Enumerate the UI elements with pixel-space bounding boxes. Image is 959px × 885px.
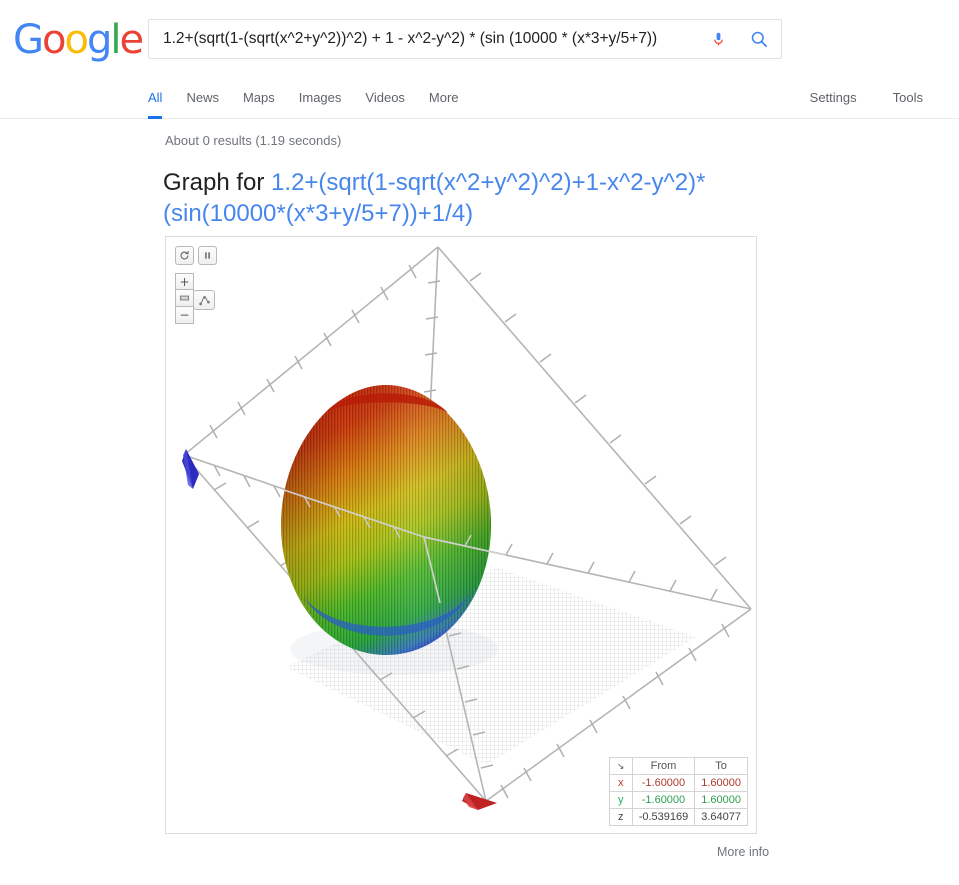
y-range-to: 1.60000 bbox=[694, 791, 748, 809]
zoom-fit-button[interactable] bbox=[175, 290, 194, 307]
graph-3d-plot[interactable] bbox=[166, 237, 756, 833]
logo-letter-e: e bbox=[119, 17, 144, 63]
surface-3d-egg bbox=[281, 385, 498, 675]
logo-letter-g1: G bbox=[13, 17, 44, 63]
graph-panel[interactable]: + − ↘ From To x -1.60000 1.60000 y -1.60… bbox=[165, 236, 757, 834]
search-nav-bar: All News Maps Images Videos More Setting… bbox=[0, 78, 959, 119]
column-header-to: To bbox=[694, 757, 748, 775]
zoom-out-button[interactable]: − bbox=[175, 307, 194, 324]
microphone-icon[interactable] bbox=[699, 20, 737, 58]
pause-icon[interactable] bbox=[198, 246, 217, 265]
table-row: y -1.60000 1.60000 bbox=[608, 791, 748, 809]
nav-tab-more[interactable]: More bbox=[429, 78, 475, 105]
logo-letter-o1: o bbox=[42, 17, 67, 63]
nav-settings-button[interactable]: Settings bbox=[810, 78, 857, 105]
logo-letter-g2: g bbox=[86, 17, 112, 63]
nav-tab-images[interactable]: Images bbox=[299, 78, 358, 105]
page-header: Google bbox=[0, 0, 959, 78]
zoom-in-button[interactable]: + bbox=[175, 273, 194, 290]
search-box[interactable] bbox=[148, 19, 782, 59]
nav-tools-button[interactable]: Tools bbox=[893, 78, 923, 105]
nav-tab-all[interactable]: All bbox=[148, 78, 178, 119]
search-submit-button[interactable] bbox=[737, 20, 781, 58]
table-header-row: ↘ From To bbox=[608, 757, 748, 775]
logo-letter-o2: o bbox=[64, 17, 89, 63]
google-logo[interactable]: Google bbox=[13, 17, 144, 63]
page-title: Graph for 1.2+(sqrt(1-sqrt(x^2+y^2)^2)+1… bbox=[163, 167, 763, 229]
nav-tab-maps[interactable]: Maps bbox=[243, 78, 291, 105]
axis-range-table: ↘ From To x -1.60000 1.60000 y -1.60000 … bbox=[608, 757, 748, 826]
axis-label-x: x bbox=[608, 774, 633, 792]
table-row: z -0.539169 3.64077 bbox=[608, 808, 748, 826]
nav-tab-videos[interactable]: Videos bbox=[365, 78, 421, 105]
result-stats: About 0 results (1.19 seconds) bbox=[165, 133, 342, 148]
table-row: x -1.60000 1.60000 bbox=[608, 774, 748, 792]
axis-label-y: y bbox=[608, 791, 633, 809]
x-range-from: -1.60000 bbox=[631, 774, 696, 792]
graph-toolbar[interactable]: + − bbox=[175, 246, 217, 324]
rotate-icon[interactable] bbox=[175, 246, 194, 265]
z-range-to: 3.64077 bbox=[694, 808, 748, 826]
column-header-from: From bbox=[631, 757, 696, 775]
search-input[interactable] bbox=[149, 20, 699, 58]
surface-spike-high bbox=[462, 793, 497, 810]
axis-label-z: z bbox=[608, 808, 633, 826]
x-range-to: 1.60000 bbox=[694, 774, 748, 792]
function-plot-icon[interactable] bbox=[193, 290, 215, 310]
y-range-from: -1.60000 bbox=[631, 791, 696, 809]
table-corner-icon: ↘ bbox=[608, 757, 633, 775]
more-info-link[interactable]: More info bbox=[717, 845, 769, 859]
nav-tab-news[interactable]: News bbox=[186, 78, 235, 105]
z-range-from: -0.539169 bbox=[631, 808, 696, 826]
graph-title-prefix: Graph for bbox=[163, 169, 272, 196]
